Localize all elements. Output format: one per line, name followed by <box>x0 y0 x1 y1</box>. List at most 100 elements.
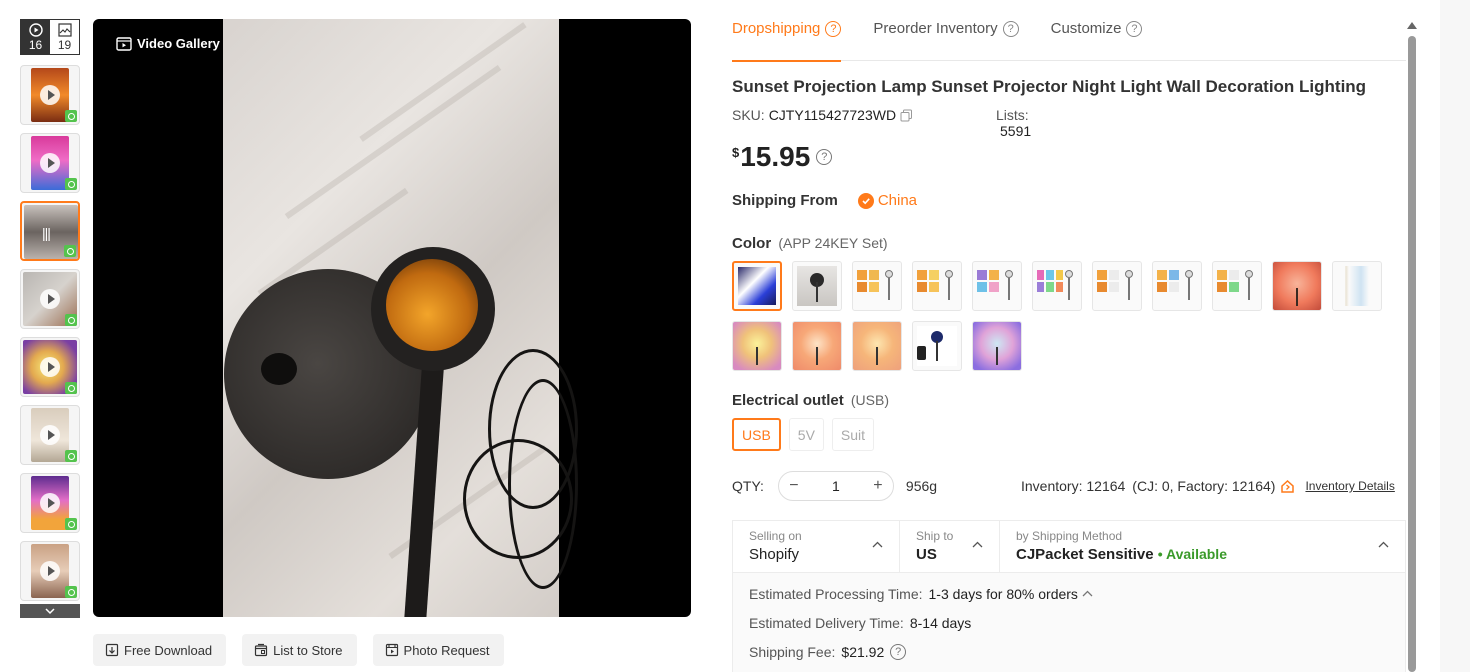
color-swatch[interactable] <box>732 261 782 311</box>
chevron-up-icon[interactable] <box>1082 590 1093 597</box>
shipping-from-label: Shipping From <box>732 192 838 209</box>
color-swatch[interactable] <box>732 321 782 371</box>
whatsapp-badge-icon <box>65 178 77 190</box>
free-download-label: Free Download <box>124 642 213 658</box>
media-action-bar: Free Download List to Store Photo Reques… <box>93 634 504 666</box>
shipping-method-label: by Shipping Method <box>1016 529 1123 543</box>
color-swatch[interactable] <box>792 261 842 311</box>
outlet-label-row: Electrical outlet (USB) <box>732 392 889 409</box>
selling-on-dropdown[interactable]: Selling on Shopify <box>733 521 900 572</box>
scrollbar-thumb[interactable] <box>1408 36 1416 672</box>
free-download-button[interactable]: Free Download <box>93 634 227 666</box>
color-swatch[interactable] <box>972 321 1022 371</box>
inventory-details-link[interactable]: Inventory Details <box>1305 479 1394 493</box>
photo-request-button[interactable]: Photo Request <box>372 634 504 666</box>
processing-time-value: 1-3 days for 80% orders <box>928 585 1078 602</box>
outlet-option-suit[interactable]: Suit <box>831 418 875 451</box>
color-swatch[interactable] <box>1332 261 1382 311</box>
page-edge <box>1440 0 1470 672</box>
help-icon[interactable]: ? <box>1126 21 1143 37</box>
whatsapp-badge-icon <box>65 450 77 462</box>
shipping-method-value: CJPacket Sensitive <box>1016 546 1154 563</box>
copy-icon[interactable] <box>900 109 913 122</box>
price-help-icon[interactable]: ? <box>816 149 833 165</box>
color-swatch[interactable] <box>912 261 962 311</box>
list-to-store-label: List to Store <box>273 642 343 658</box>
tab-label: Preorder Inventory <box>873 20 998 37</box>
thumbnail[interactable] <box>20 541 80 601</box>
sku-label: SKU: <box>732 107 765 123</box>
video-gallery-icon <box>116 36 132 51</box>
color-swatch[interactable] <box>1152 261 1202 311</box>
color-swatch[interactable] <box>1212 261 1262 311</box>
product-title: Sunset Projection Lamp Sunset Projector … <box>732 77 1367 96</box>
scroll-up-arrow-icon[interactable] <box>1407 22 1417 29</box>
shipping-fee-label: Shipping Fee: <box>749 643 836 660</box>
check-icon[interactable] <box>857 192 874 209</box>
color-swatch[interactable] <box>912 321 962 371</box>
tab-label: Customize <box>1050 20 1122 37</box>
download-icon <box>105 643 119 657</box>
thumbnail[interactable] <box>20 473 80 533</box>
quantity-input[interactable]: 1 <box>809 478 863 494</box>
color-swatch[interactable] <box>1092 261 1142 311</box>
color-swatch[interactable] <box>1272 261 1322 311</box>
page-scrollbar[interactable] <box>1406 18 1418 672</box>
tab-dropshipping[interactable]: Dropshipping ? <box>732 20 842 62</box>
availability-status: • Available <box>1157 546 1227 562</box>
increase-button[interactable]: + <box>863 477 893 495</box>
tab-preorder-inventory[interactable]: Preorder Inventory ? <box>873 20 1019 61</box>
whatsapp-badge-icon <box>65 586 77 598</box>
color-swatch[interactable] <box>852 261 902 311</box>
tab-label: Dropshipping <box>732 20 821 37</box>
processing-time-label: Estimated Processing Time: <box>749 585 923 602</box>
processing-time-row: Estimated Processing Time: 1-3 days for … <box>749 585 1405 602</box>
thumbnail[interactable] <box>20 65 80 125</box>
color-swatch[interactable] <box>1032 261 1082 311</box>
main-media-viewer[interactable] <box>93 19 691 617</box>
video-tab[interactable]: 16 <box>21 20 50 54</box>
thumbnail-active[interactable]: ||| <box>20 201 80 261</box>
play-circle-icon <box>28 23 43 37</box>
outlet-option-usb[interactable]: USB <box>732 418 781 451</box>
outlet-option-5v[interactable]: 5V <box>788 418 824 451</box>
play-icon <box>40 425 60 445</box>
shipping-fee-help-icon[interactable]: ? <box>890 643 907 660</box>
shipping-fee-value: $21.92 <box>841 643 885 660</box>
qty-label: QTY: <box>732 478 764 494</box>
decrease-button[interactable]: − <box>779 477 809 495</box>
image-icon <box>57 23 72 37</box>
help-icon[interactable]: ? <box>1002 21 1019 37</box>
inventory-info: Inventory: 12164 (CJ: 0, Factory: 12164)… <box>1021 478 1395 494</box>
color-selected: (APP 24KEY Set) <box>778 235 888 251</box>
whatsapp-badge-icon <box>65 314 77 326</box>
color-swatch[interactable] <box>792 321 842 371</box>
color-label: Color <box>732 235 772 252</box>
price-value: 15.95 <box>740 141 811 172</box>
inventory-breakdown: (CJ: 0, Factory: 12164) <box>1132 478 1276 494</box>
help-icon[interactable]: ? <box>825 21 842 37</box>
thumbnail[interactable] <box>20 133 80 193</box>
thumbnail[interactable] <box>20 405 80 465</box>
store-icon <box>255 643 268 657</box>
whatsapp-badge-icon <box>65 110 77 122</box>
tab-customize[interactable]: Customize ? <box>1051 20 1143 61</box>
lists-count: Lists: 5591 <box>996 107 1031 139</box>
list-to-store-button[interactable]: List to Store <box>242 634 357 666</box>
video-gallery-button[interactable]: Video Gallery <box>116 36 220 51</box>
thumbnail[interactable] <box>20 337 80 397</box>
shipping-from-option[interactable]: China <box>878 192 917 209</box>
color-swatch[interactable] <box>972 261 1022 311</box>
quantity-stepper: − 1 + <box>777 471 894 501</box>
shipping-estimates: Estimated Processing Time: 1-3 days for … <box>733 573 1405 672</box>
weight-value: 956g <box>905 478 938 494</box>
photo-tab[interactable]: 19 <box>50 20 79 54</box>
ship-to-dropdown[interactable]: Ship to US <box>900 521 1000 572</box>
thumbnail-scroll-down-button[interactable] <box>20 604 80 618</box>
delivery-time-row: Estimated Delivery Time: 8-14 days <box>749 614 1405 631</box>
color-swatch[interactable] <box>852 321 902 371</box>
ship-to-value: US <box>916 546 937 563</box>
shipping-from-row: Shipping From China <box>732 192 917 209</box>
shipping-method-dropdown[interactable]: by Shipping Method CJPacket Sensitive • … <box>1000 521 1405 572</box>
thumbnail[interactable] <box>20 269 80 329</box>
